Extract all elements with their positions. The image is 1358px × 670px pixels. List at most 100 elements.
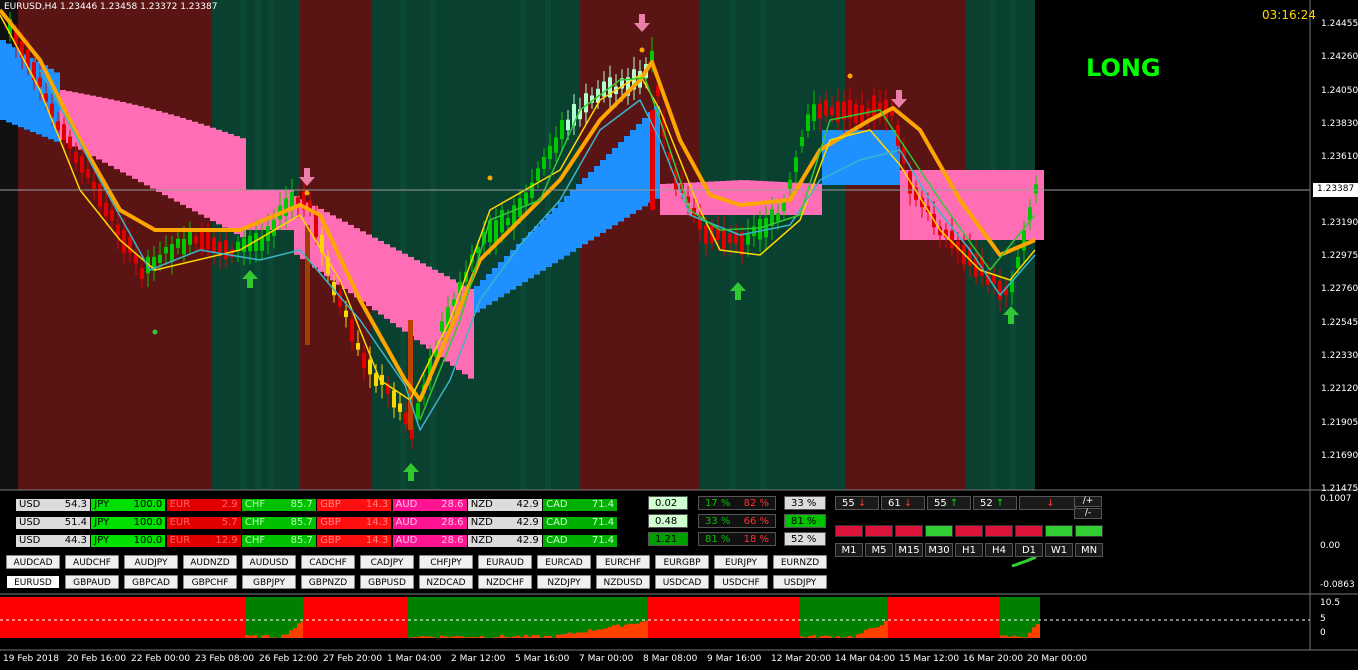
candle-body [350,319,354,342]
sub-tick: 0.00 [1320,541,1341,551]
pair-button-nzdcad[interactable]: NZDCAD [419,575,473,589]
currency-name: USD [19,499,41,510]
time-tick: 8 Mar 08:00 [643,654,698,664]
pair-button-audusd[interactable]: AUDUSD [242,555,296,569]
hist-overlay [512,636,516,638]
time-tick: 27 Feb 20:00 [323,654,383,664]
pair-button-chfjpy[interactable]: CHFJPY [419,555,473,569]
currency-value: 100.0 [133,499,163,510]
price-tick: 1.23190 [1321,217,1358,228]
pair-button-audchf[interactable]: AUDCHF [65,555,119,569]
strength-cell-usd: USD 44.3 [16,535,90,547]
timeframe-mn[interactable]: MN [1075,543,1103,557]
ribbon-step [774,181,780,215]
pair-button-cadchf[interactable]: CADCHF [301,555,355,569]
ribbon-step [468,288,474,379]
hist-overlay [596,629,600,638]
ribbon-step [528,232,534,279]
hist-overlay [572,633,576,638]
pair-button-usdchf[interactable]: USDCHF [714,575,768,589]
chart-title: EURUSD,H4 1.23446 1.23458 1.23372 1.2338… [4,2,218,12]
candle-body [872,95,876,119]
pair-button-nzdusd[interactable]: NZDUSD [596,575,650,589]
pair-button-cadjpy[interactable]: CADJPY [360,555,414,569]
pair-button-eurchf[interactable]: EURCHF [596,555,650,569]
pair-button-nzdchf[interactable]: NZDCHF [478,575,532,589]
pair-button-gbpusd[interactable]: GBPUSD [360,575,414,589]
ribbon-step [6,43,12,123]
ribbon-step [912,170,918,240]
mini-button[interactable]: /- [1074,508,1102,519]
timeframe-h4[interactable]: H4 [985,543,1013,557]
ribbon-step [642,118,648,207]
pair-button-gbpcad[interactable]: GBPCAD [124,575,178,589]
hist-overlay [620,626,624,638]
pair-button-usdcad[interactable]: USDCAD [655,575,709,589]
hist-overlay [880,625,884,638]
hist-overlay [1024,637,1028,638]
ribbon-step [966,170,972,240]
ribbon-step [174,116,180,202]
pair-button-gbpnzd[interactable]: GBPNZD [301,575,355,589]
pair-button-eurgbp[interactable]: EURGBP [655,555,709,569]
currency-value: 2.9 [221,499,238,510]
currency-name: NZD [470,535,493,546]
currency-value: 100.0 [133,517,163,528]
hist-overlay [416,637,420,638]
ribbon-step [696,182,702,215]
timeframe-m5[interactable]: M5 [865,543,893,557]
pair-button-nzdjpy[interactable]: NZDJPY [537,575,591,589]
pair-button-gbpaud[interactable]: GBPAUD [65,575,119,589]
candle-body [38,77,42,87]
strength-cell-eur: EUR 5.7 [166,517,241,529]
timeframe-w1[interactable]: W1 [1045,543,1073,557]
candle-body [998,280,1002,300]
candle-body [818,103,822,119]
hist-overlay [640,621,644,638]
strength-cell-gbp: GBP 14.3 [317,517,392,529]
hist-overlay [440,635,444,638]
pair-button-eurnzd[interactable]: EURNZD [773,555,827,569]
candle-body [356,343,360,350]
timeframe-m15[interactable]: M15 [895,543,923,557]
signal-dot [304,190,310,196]
strength-cell-gbp: GBP 14.3 [317,535,392,547]
timeframe-d1[interactable]: D1 [1015,543,1043,557]
timeframe-h1[interactable]: H1 [955,543,983,557]
pair-button-audcad[interactable]: AUDCAD [6,555,60,569]
strength-cell-nzd: NZD 42.9 [467,499,542,511]
ribbon-step [510,250,516,290]
hist-overlay [420,636,424,638]
candle-body [536,168,540,181]
mini-button[interactable]: /+ [1074,496,1102,507]
pair-button-gbpjpy[interactable]: GBPJPY [242,575,296,589]
pair-button-eurusd[interactable]: EURUSD [6,575,60,589]
trend-block [1045,525,1073,537]
hist-overlay [812,635,816,638]
timeframe-m1[interactable]: M1 [835,543,863,557]
pair-button-audnzd[interactable]: AUDNZD [183,555,237,569]
ribbon-step [120,101,126,173]
stat-bull: 33 % [705,516,731,527]
hist-overlay [1016,636,1020,638]
hist-tick: 10.5 [1320,598,1341,608]
stat-value: 0.02 [648,496,688,510]
strength-cell-cad: CAD 71.4 [543,535,618,547]
candle-body [314,213,318,238]
pair-button-eurcad[interactable]: EURCAD [537,555,591,569]
candle-body [392,390,396,408]
zone-stripe [268,0,274,490]
currency-name: USD [19,517,41,528]
pair-button-gbpchf[interactable]: GBPCHF [183,575,237,589]
hist-overlay [600,629,604,638]
pair-button-usdjpy[interactable]: USDJPY [773,575,827,589]
pair-button-audjpy[interactable]: AUDJPY [124,555,178,569]
ribbon-step [414,260,420,341]
ribbon-step [432,269,438,353]
candle-body [782,202,786,212]
pair-button-eurjpy[interactable]: EURJPY [714,555,768,569]
pair-button-euraud[interactable]: EURAUD [478,555,532,569]
timeframe-m30[interactable]: M30 [925,543,953,557]
hist-overlay [500,635,504,638]
trend-block [985,525,1013,537]
